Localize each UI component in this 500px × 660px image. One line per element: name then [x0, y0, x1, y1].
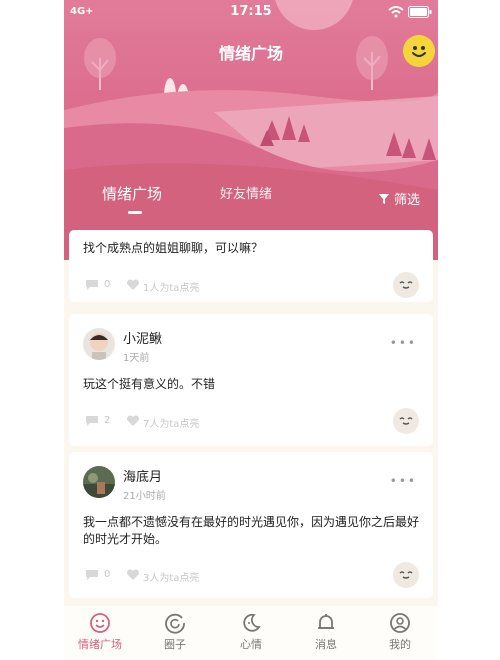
- tab-underline: [128, 211, 142, 214]
- moon-icon: [243, 613, 261, 632]
- tab-emotion-plaza[interactable]: 情绪广场: [102, 183, 162, 204]
- post-text: 找个成熟点的姐姐聊聊，可以嘛？: [83, 241, 264, 255]
- nav-circle[interactable]: 圈子: [140, 612, 210, 652]
- post-text: 玩这个挺有意义的。不错: [83, 377, 216, 391]
- face-icon: [399, 417, 413, 425]
- wifi-icon: [388, 6, 404, 18]
- post-time: 1天前: [123, 353, 150, 364]
- mood-react-button[interactable]: [393, 408, 419, 434]
- post-footer: 0 3人为ta点亮: [69, 562, 433, 588]
- nav-messages[interactable]: 消息: [291, 612, 361, 652]
- circle-icon: [165, 613, 185, 634]
- comment-icon[interactable]: [85, 279, 99, 291]
- nav-emotion-plaza[interactable]: 情绪广场: [65, 612, 135, 652]
- like-count: 7人为ta点亮: [143, 419, 200, 430]
- like-count: 1人为ta点亮: [143, 283, 200, 294]
- smile-button[interactable]: [403, 35, 435, 67]
- status-time: 17:15: [230, 4, 272, 19]
- heart-icon[interactable]: [126, 415, 140, 427]
- avatar[interactable]: [83, 466, 115, 498]
- page-title: 情绪广场: [218, 44, 283, 63]
- face-icon: [399, 571, 413, 579]
- title-bar: 情绪广场: [64, 35, 438, 67]
- post-text: 我一点都不遗憾没有在最好的时光遇见你，因为遇见你之后最好的时光才开始。: [83, 515, 420, 546]
- post-time: 21小时前: [123, 491, 166, 502]
- more-options-button[interactable]: •••: [390, 336, 417, 350]
- smile-icon: [412, 46, 426, 57]
- nav-label: 心情: [240, 638, 262, 651]
- nav-mood[interactable]: 心情: [216, 612, 286, 652]
- comment-icon[interactable]: [85, 415, 99, 427]
- avatar[interactable]: [83, 328, 115, 360]
- smile-icon: [90, 613, 110, 633]
- post-footer: 0 1人为ta点亮: [69, 272, 433, 298]
- filter-label: 筛选: [393, 193, 420, 208]
- filter-button[interactable]: 筛选: [378, 189, 420, 208]
- post-author: 小泥鳅 1天前 •••: [83, 328, 419, 364]
- comment-icon[interactable]: [85, 569, 99, 581]
- face-icon: [399, 281, 413, 289]
- mood-react-button[interactable]: [393, 272, 419, 298]
- user-icon: [390, 613, 410, 633]
- page: 4G+ 17:15 情绪广场 情绪广场 好友情绪 筛选 找个成熟点的姐姐聊聊，可…: [0, 0, 500, 660]
- like-count: 3人为ta点亮: [143, 573, 200, 584]
- more-options-button[interactable]: •••: [390, 474, 417, 488]
- bottom-nav: 情绪广场 圈子 心情 消息 我的: [64, 606, 438, 660]
- comment-count: 2: [104, 415, 111, 426]
- mood-react-button[interactable]: [393, 562, 419, 588]
- bell-icon: [318, 614, 334, 629]
- heart-icon[interactable]: [126, 569, 140, 581]
- filter-icon: [378, 193, 389, 204]
- nav-label: 情绪广场: [78, 638, 122, 651]
- status-icons: [388, 6, 432, 22]
- username[interactable]: 海底月: [123, 466, 162, 485]
- post-footer: 2 7人为ta点亮: [69, 408, 433, 434]
- heart-icon[interactable]: [126, 279, 140, 291]
- phone-screen: 4G+ 17:15 情绪广场 情绪广场 好友情绪 筛选 找个成熟点的姐姐聊聊，可…: [64, 0, 438, 660]
- post-card[interactable]: 找个成熟点的姐姐聊聊，可以嘛？ 0 1人为ta点亮: [69, 230, 433, 302]
- comment-count: 0: [104, 569, 111, 580]
- post-card[interactable]: 小泥鳅 1天前 ••• 玩这个挺有意义的。不错 2 7人为ta点亮: [69, 314, 433, 446]
- status-bar: 4G+ 17:15: [64, 0, 438, 26]
- battery-icon: [408, 6, 432, 18]
- tab-bar-top: 情绪广场 好友情绪 筛选: [64, 178, 438, 218]
- nav-label: 我的: [389, 638, 411, 651]
- nav-mine[interactable]: 我的: [365, 612, 435, 652]
- username[interactable]: 小泥鳅: [123, 328, 162, 347]
- post-author: 海底月 21小时前 •••: [83, 466, 419, 502]
- tab-friend-emotion[interactable]: 好友情绪: [220, 183, 272, 202]
- nav-label: 圈子: [164, 638, 186, 651]
- post-card[interactable]: 海底月 21小时前 ••• 我一点都不遗憾没有在最好的时光遇见你，因为遇见你之后…: [69, 452, 433, 598]
- comment-count: 0: [104, 279, 111, 290]
- nav-label: 消息: [315, 638, 337, 651]
